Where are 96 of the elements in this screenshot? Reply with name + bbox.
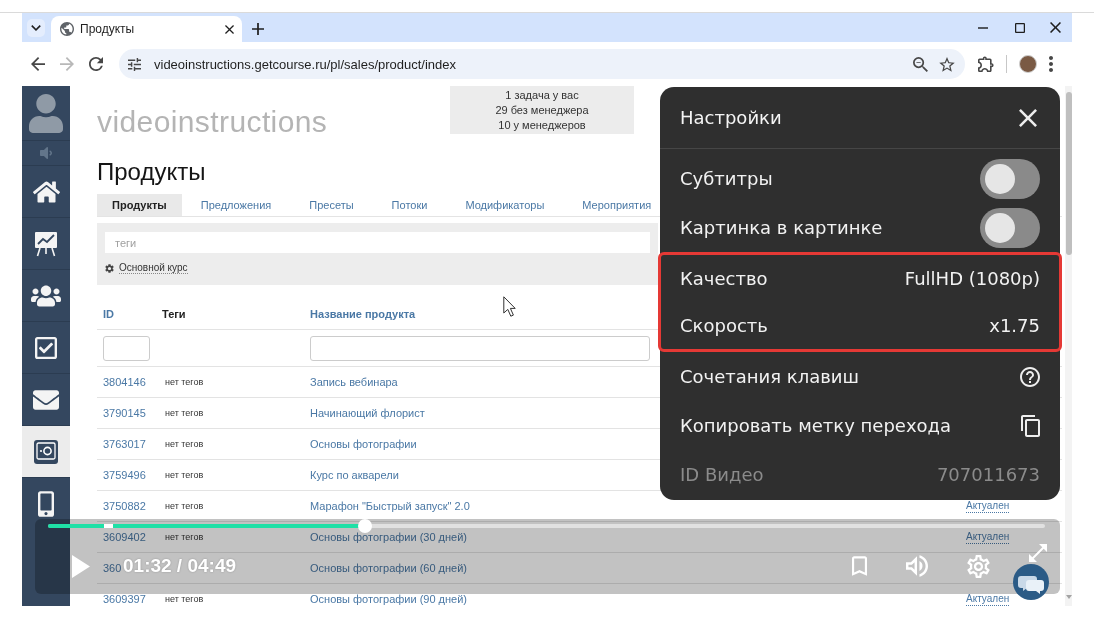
- puzzle-piece-icon[interactable]: [978, 56, 994, 72]
- product-id-link[interactable]: 3804146: [103, 376, 146, 388]
- column-header[interactable]: ID: [103, 308, 114, 320]
- setting-value[interactable]: FullHD (1080p): [904, 268, 1040, 289]
- tags-text: нет тегов: [165, 376, 204, 388]
- toggle-switch[interactable]: [980, 207, 1040, 248]
- mouse-cursor-icon: [503, 296, 516, 317]
- help-icon[interactable]: [1020, 366, 1040, 387]
- people-icon: [31, 283, 61, 308]
- tags-text: нет тегов: [165, 407, 204, 419]
- tags-text: нет тегов: [165, 593, 204, 605]
- section-tab[interactable]: Предложения: [200, 194, 272, 216]
- tags-text: нет тегов: [165, 438, 204, 450]
- setting-label: ID Видео: [680, 464, 764, 485]
- setting-label[interactable]: Копировать метку перехода: [680, 415, 952, 436]
- envelope-icon: [33, 389, 59, 410]
- playback-time: 01:32 / 04:49: [123, 555, 237, 577]
- product-id-link[interactable]: 3609402: [103, 531, 146, 543]
- product-name-link[interactable]: Марафон "Быстрый запуск" 2.0: [310, 500, 470, 512]
- chat-bubble-icon[interactable]: [1013, 564, 1049, 600]
- gear-icon: [105, 263, 114, 273]
- tab-title: Продукты: [80, 22, 136, 36]
- setting-label: Скорость: [680, 315, 768, 336]
- status-link[interactable]: Актуален: [966, 530, 1010, 544]
- address-bar[interactable]: videoinstructions.getcourse.ru/pl/sales/product/index: [119, 49, 965, 79]
- product-id-link[interactable]: 3790145: [103, 407, 146, 419]
- product-id-link[interactable]: 3750882: [103, 500, 146, 512]
- minimize-icon[interactable]: [977, 26, 988, 29]
- page-title: Продукты: [97, 158, 206, 186]
- maximize-icon[interactable]: [1015, 22, 1025, 33]
- close-icon[interactable]: [225, 24, 234, 34]
- setting-label: Картинка в картинке: [680, 217, 883, 238]
- column-header: Теги: [162, 308, 186, 320]
- more-menu-icon[interactable]: [1049, 56, 1053, 72]
- section-tab[interactable]: Потоки: [391, 194, 428, 216]
- course-tag-link[interactable]: Основной курс: [119, 262, 188, 274]
- product-name-link[interactable]: Запись вебинара: [310, 376, 398, 388]
- zoom-out-icon[interactable]: [913, 56, 928, 72]
- product-name-link[interactable]: Основы фотографии (30 дней): [310, 531, 468, 543]
- progress-track[interactable]: [48, 519, 1045, 533]
- name-filter-field[interactable]: [310, 335, 650, 361]
- setting-value: 707011673: [936, 464, 1040, 485]
- home-icon: [32, 179, 60, 204]
- copy-icon[interactable]: [1021, 414, 1040, 437]
- product-name-link[interactable]: Начинающий флорист: [310, 407, 425, 419]
- product-id-link[interactable]: 3609397: [103, 593, 146, 605]
- setting-label: Субтитры: [680, 168, 773, 189]
- section-tab[interactable]: Продукты: [97, 194, 182, 216]
- setting-value[interactable]: x1.75: [989, 315, 1040, 336]
- progress-handle[interactable]: [358, 519, 373, 533]
- back-arrow-icon[interactable]: [31, 57, 45, 71]
- profile-avatar[interactable]: [1019, 55, 1037, 73]
- new-tab-icon[interactable]: [252, 23, 264, 35]
- scrollbar-thumb[interactable]: [1065, 92, 1072, 255]
- product-name-link[interactable]: Основы фотографии (90 дней): [310, 593, 468, 605]
- section-tab[interactable]: Модификаторы: [465, 194, 545, 216]
- close-icon[interactable]: [1019, 108, 1037, 127]
- site-logo-text: videoinstructions: [97, 105, 328, 138]
- close-icon[interactable]: [1050, 22, 1061, 33]
- checkbox-icon: [35, 336, 57, 359]
- tab-search-button[interactable]: [27, 19, 45, 37]
- phone-icon: [38, 491, 54, 517]
- status-link[interactable]: Актуален: [966, 592, 1010, 606]
- column-header[interactable]: Название продукта: [310, 308, 416, 320]
- chart-board-icon: [34, 230, 58, 257]
- tags-field[interactable]: теги: [105, 232, 650, 253]
- product-name-link[interactable]: Основы фотографии (60 дней): [310, 562, 468, 574]
- product-id-link[interactable]: 360: [103, 562, 122, 574]
- reload-icon[interactable]: [89, 57, 103, 71]
- tags-text: нет тегов: [165, 469, 204, 481]
- sidebar-item[interactable]: [22, 426, 70, 478]
- chevron-down-icon: [31, 25, 41, 31]
- toggle-switch[interactable]: [980, 158, 1040, 199]
- chapter-marker: [104, 524, 113, 528]
- setting-label[interactable]: Сочетания клавиш: [680, 366, 859, 387]
- user-silhouette-icon[interactable]: [29, 93, 63, 133]
- star-icon[interactable]: [939, 56, 955, 72]
- product-id-link[interactable]: 3759496: [103, 469, 146, 481]
- product-id-link[interactable]: 3763017: [103, 438, 146, 450]
- safe-icon: [34, 439, 58, 464]
- product-name-link[interactable]: Основы фотографии: [310, 438, 417, 450]
- globe-icon: [60, 22, 74, 36]
- task-summary-text: 29 без менеджера: [495, 102, 589, 118]
- section-tab[interactable]: Мероприятия: [582, 194, 652, 216]
- url-text[interactable]: videoinstructions.getcourse.ru/pl/sales/product/index: [154, 56, 457, 72]
- site-info-icon[interactable]: [128, 57, 141, 71]
- task-summary-text: 10 у менеджеров: [498, 117, 586, 133]
- task-summary-text: 1 задача у вас: [505, 87, 579, 103]
- tags-text: нет тегов: [165, 531, 204, 543]
- section-tab[interactable]: Пресеты: [309, 194, 354, 216]
- browser-tab[interactable]: Продукты: [51, 16, 242, 42]
- setting-label: Качество: [680, 268, 768, 289]
- settings-title: Настройки: [680, 107, 782, 128]
- id-filter-field[interactable]: [103, 335, 150, 361]
- product-name-link[interactable]: Курс по акварели: [310, 469, 399, 481]
- tags-text: нет тегов: [165, 500, 204, 512]
